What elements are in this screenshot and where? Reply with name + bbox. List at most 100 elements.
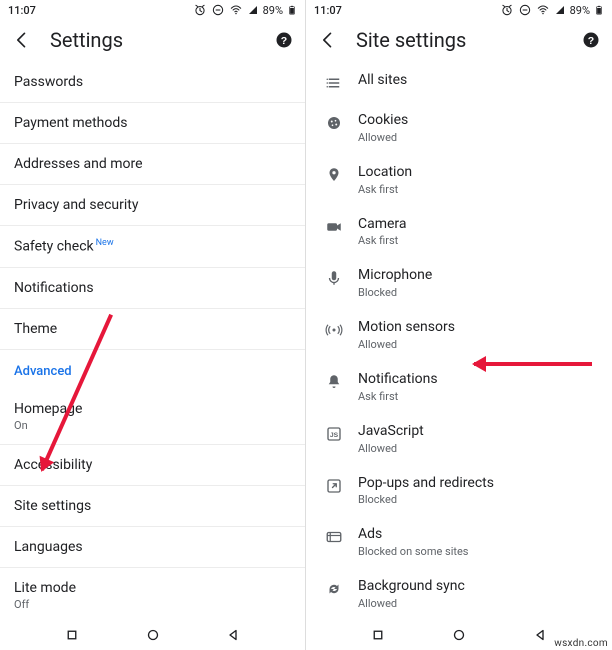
site-row-notifications[interactable]: Notifications Ask first (306, 361, 612, 413)
dnd-icon (211, 3, 225, 17)
nav-back-button[interactable] (224, 626, 242, 644)
row-label: JavaScript (358, 423, 424, 440)
site-row-background-sync[interactable]: Background sync Allowed (306, 568, 612, 620)
site-row-javascript[interactable]: JavaScript Allowed (306, 413, 612, 465)
open-icon (320, 475, 348, 495)
back-button[interactable] (12, 30, 32, 50)
new-pill: New (96, 238, 114, 248)
row-label: Microphone (358, 267, 432, 284)
row-label: Ads (358, 526, 469, 543)
app-bar: Settings (0, 20, 305, 62)
row-label: Payment methods (14, 115, 127, 131)
row-label: All sites (358, 72, 407, 89)
row-label: Cookies (358, 112, 408, 129)
row-label: Notifications (14, 280, 94, 296)
row-sub: Allowed (358, 442, 424, 455)
row-label: Site settings (14, 498, 91, 514)
site-row-camera[interactable]: CameraAsk first (306, 206, 612, 258)
row-sub: Allowed (358, 131, 408, 144)
site-row-motion-sensors[interactable]: Motion sensors Allowed (306, 309, 612, 361)
row-label: Motion sensors (358, 319, 455, 336)
row-label: Languages (14, 539, 83, 555)
site-row-all-sites[interactable]: All sites (306, 62, 612, 102)
settings-row-languages[interactable]: Languages (0, 527, 305, 568)
row-label: Notifications (358, 371, 438, 388)
settings-row-theme[interactable]: Theme (0, 309, 305, 350)
alarm-icon (193, 3, 207, 17)
nav-bar (0, 620, 305, 650)
site-settings-screen: 11:07 89% Site settings All sitesCookies… (306, 0, 612, 650)
row-label: Accessibility (14, 457, 92, 473)
row-label: Background sync (358, 578, 465, 595)
settings-row-privacy-and-security[interactable]: Privacy and security (0, 185, 305, 226)
dnd-icon (518, 3, 532, 17)
battery-icon (594, 3, 604, 17)
row-label: Homepage (14, 401, 82, 417)
back-button[interactable] (318, 30, 338, 50)
ads-icon (320, 526, 348, 546)
cookie-icon (320, 112, 348, 132)
settings-row-addresses-and-more[interactable]: Addresses and more (0, 144, 305, 185)
signal-icon (554, 4, 566, 16)
home-button[interactable] (450, 626, 468, 644)
settings-row-homepage[interactable]: Homepage On (0, 389, 305, 445)
settings-row-site-settings[interactable]: Site settings (0, 486, 305, 527)
site-row-pop-ups-and-redirects[interactable]: Pop-ups and redirectsBlocked (306, 465, 612, 517)
sensors-icon (320, 319, 348, 339)
site-settings-list: All sites Cookies Allowed LocationAsk first… (306, 62, 612, 620)
row-sub: Blocked (358, 286, 432, 299)
row-sub: Allowed (358, 597, 465, 610)
recents-button[interactable] (369, 626, 387, 644)
alarm-icon (500, 3, 514, 17)
wifi-icon (536, 3, 550, 17)
site-row-microphone[interactable]: Microphone Blocked (306, 257, 612, 309)
row-sub: Ask first (358, 390, 438, 403)
js-icon (320, 423, 348, 443)
signal-icon (247, 4, 259, 16)
status-bar: 11:07 89% (0, 0, 305, 20)
row-sub: Off (14, 598, 291, 611)
row-label: Passwords (14, 74, 83, 90)
row-label: Theme (14, 321, 57, 337)
settings-row-safety-check[interactable]: Safety checkNew (0, 226, 305, 268)
row-sub: On (14, 419, 291, 432)
settings-row-notifications[interactable]: Notifications (0, 268, 305, 309)
row-sub: Ask first (358, 234, 407, 247)
nav-back-button[interactable] (531, 626, 549, 644)
row-label: Addresses and more (14, 156, 143, 172)
settings-screen: 11:07 89% Settings Passwords Payment meth… (0, 0, 306, 650)
mic-icon (320, 267, 348, 287)
battery-icon (287, 3, 297, 17)
row-label: Privacy and security (14, 197, 138, 213)
row-label: Lite mode (14, 580, 76, 596)
page-title: Settings (50, 28, 123, 52)
row-label: Pop-ups and redirects (358, 475, 494, 492)
row-label: Safety check (14, 239, 94, 255)
row-sub: Blocked on some sites (358, 545, 469, 558)
app-bar: Site settings (306, 20, 612, 62)
row-sub: Ask first (358, 183, 412, 196)
bell-icon (320, 371, 348, 391)
settings-row-accessibility[interactable]: Accessibility (0, 445, 305, 486)
advanced-section[interactable]: Advanced (0, 350, 305, 389)
pin-icon (320, 164, 348, 184)
row-label: Camera (358, 216, 407, 233)
camera-icon (320, 216, 348, 236)
list-icon (320, 72, 348, 92)
home-button[interactable] (144, 626, 162, 644)
sync-icon (320, 578, 348, 598)
settings-row-payment-methods[interactable]: Payment methods (0, 103, 305, 144)
row-sub: Allowed (358, 338, 455, 351)
row-sub: Blocked (358, 493, 494, 506)
battery-text: 89% (263, 4, 283, 17)
help-button[interactable] (582, 31, 600, 49)
recents-button[interactable] (63, 626, 81, 644)
site-row-location[interactable]: LocationAsk first (306, 154, 612, 206)
settings-row-lite-mode[interactable]: Lite mode Off (0, 568, 305, 620)
settings-list: Passwords Payment methods Addresses and mo… (0, 62, 305, 620)
site-row-cookies[interactable]: Cookies Allowed (306, 102, 612, 154)
site-row-ads[interactable]: Ads Blocked on some sites (306, 516, 612, 568)
help-button[interactable] (275, 31, 293, 49)
watermark: wsxdn.com (554, 638, 608, 649)
settings-row-passwords[interactable]: Passwords (0, 62, 305, 103)
